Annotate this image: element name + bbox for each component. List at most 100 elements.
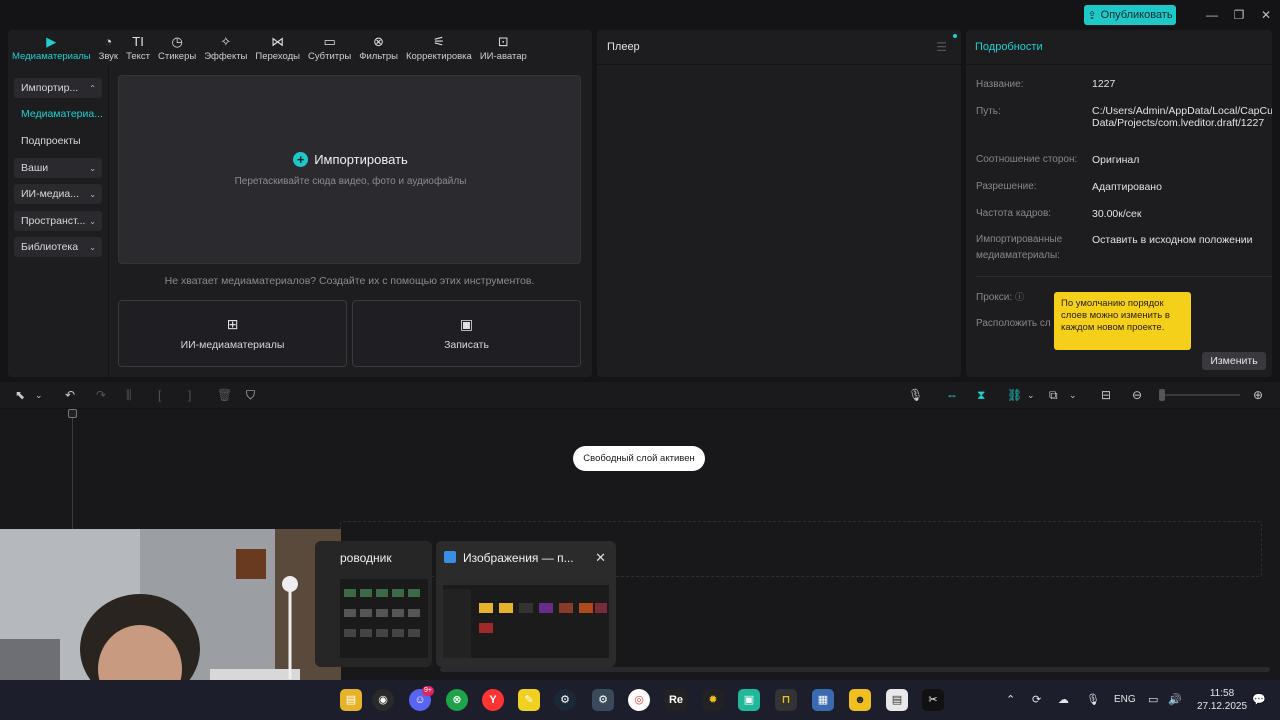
ai-media-card[interactable]: ⊞ ИИ-медиаматериалы	[118, 300, 347, 367]
capcut-media-icon[interactable]: ▣	[738, 689, 760, 711]
chevron-down-icon: ⌄	[89, 189, 96, 199]
tab-audio[interactable]: ◔ Звук	[95, 30, 122, 66]
photos-app-icon	[444, 551, 456, 563]
zoom-in-icon[interactable]: ⊕	[1253, 387, 1263, 403]
preview-thumbnail	[443, 579, 609, 658]
select-tool-icon[interactable]: ⬉	[15, 387, 25, 403]
language-indicator[interactable]: ENG	[1114, 692, 1136, 708]
import-drop-zone[interactable]: + Импортировать Перетаскивайте сюда виде…	[118, 75, 581, 264]
file-explorer-icon[interactable]: ▤	[340, 689, 362, 711]
divider	[108, 66, 109, 377]
minimize-icon[interactable]: —	[1203, 6, 1221, 24]
capcut-icon[interactable]: ✂	[922, 689, 944, 711]
tab-media[interactable]: ▶ Медиаматериалы	[8, 30, 95, 66]
preview-images[interactable]: Изображения — п... ✕	[436, 541, 616, 667]
fit-icon[interactable]: ⊟	[1101, 387, 1111, 403]
shield-icon[interactable]: ⛉	[246, 387, 255, 403]
split-icon[interactable]: ⫼	[126, 387, 132, 403]
tab-transitions[interactable]: ⋈ Переходы	[251, 30, 304, 66]
tab-stickers[interactable]: ◷ Стикеры	[154, 30, 200, 66]
tab-adjust[interactable]: ⚟ Корректировка	[402, 30, 476, 66]
delete-icon[interactable]: 🗑	[217, 387, 232, 403]
yandex-browser-icon[interactable]: Y	[482, 689, 504, 711]
chevron-down-icon: ⌄	[89, 216, 96, 226]
preview-axis-icon[interactable]: ⧉	[1049, 387, 1058, 403]
game-controller-icon[interactable]: ☻	[849, 689, 871, 711]
network-icon[interactable]: ▭	[1148, 692, 1158, 708]
toolbar-tabs: ▶ Медиаматериалы ◔ Звук TI Текст ◷ Стикеры ✧…	[8, 30, 592, 66]
xbox-icon[interactable]: ⊗	[446, 689, 468, 711]
adjust-icon: ⚟	[433, 33, 445, 49]
playhead[interactable]	[72, 409, 73, 529]
media-panel: ▶ Медиаматериалы ◔ Звук TI Текст ◷ Стикеры ✧…	[8, 30, 592, 377]
nav-subprojects[interactable]: Подпроекты	[14, 131, 102, 151]
tab-text[interactable]: TI Текст	[122, 30, 154, 66]
nav-yours[interactable]: Ваши ⌄	[14, 158, 102, 178]
detail-value-aspect: Оригинал	[1092, 154, 1140, 166]
player-title: Плеер	[607, 41, 640, 53]
obs-icon[interactable]: ◉	[372, 689, 394, 711]
zoom-slider[interactable]	[1160, 394, 1240, 396]
sticky-notes-icon[interactable]: ✎	[518, 689, 540, 711]
volume-icon[interactable]: 🔊	[1168, 692, 1182, 708]
steam-icon[interactable]: ⚙	[554, 689, 576, 711]
sync-icon[interactable]: ⟳	[1032, 692, 1041, 708]
nav-ai-media[interactable]: ИИ-медиа... ⌄	[14, 184, 102, 204]
nav-import[interactable]: Импортир... ⌃	[14, 78, 102, 98]
zoom-slider-handle[interactable]	[1159, 389, 1165, 401]
calculator-icon[interactable]: ▦	[812, 689, 834, 711]
publish-label: Опубликовать	[1100, 9, 1173, 21]
help-icon[interactable]: ⓘ	[1015, 292, 1024, 302]
audio-icon: ◔	[104, 33, 113, 49]
detail-label-name: Название:	[976, 79, 1024, 90]
chevron-down-icon[interactable]: ⌄	[35, 387, 43, 403]
notification-icon[interactable]: 💬	[1252, 692, 1266, 708]
microphone-icon[interactable]: 🎙	[908, 387, 923, 403]
chevron-up-icon[interactable]: ⌃	[1006, 692, 1015, 708]
details-title: Подробности	[975, 41, 1043, 53]
timeline-scrollbar[interactable]	[440, 667, 1270, 672]
tab-effects[interactable]: ✧ Эффекты	[200, 30, 251, 66]
clock-date: 27.12.2025	[1196, 701, 1248, 712]
chevron-down-icon[interactable]: ⌄	[1027, 387, 1035, 403]
reaper-icon[interactable]: Re	[665, 689, 687, 711]
cloud-icon[interactable]: ☁	[1058, 692, 1069, 708]
nav-media[interactable]: Медиаматериа...	[14, 104, 103, 124]
zoom-out-icon[interactable]: ⊖	[1132, 387, 1142, 403]
ai-media-icon: ⊞	[226, 316, 239, 332]
record-card[interactable]: ▣ Записать	[352, 300, 581, 367]
trim-right-icon[interactable]: ]	[188, 387, 191, 403]
microphone-icon[interactable]: 🎙	[1086, 692, 1100, 708]
status-dot	[953, 34, 957, 38]
tab-subtitles[interactable]: ▭ Субтитры	[304, 30, 355, 66]
auto-snap-icon[interactable]: ⧗	[977, 387, 985, 403]
menu-icon[interactable]: ☰	[936, 40, 947, 54]
title-bar: ⇪ Опубликовать — ❐ ✕	[0, 0, 1280, 30]
close-icon[interactable]: ✕	[1257, 6, 1275, 24]
trim-left-icon[interactable]: [	[158, 387, 161, 403]
nav-library[interactable]: Библиотека ⌄	[14, 237, 102, 257]
settings-icon[interactable]: ⚙	[592, 689, 614, 711]
chevron-down-icon[interactable]: ⌄	[1069, 387, 1077, 403]
system-clock[interactable]: 11:58 27.12.2025	[1196, 687, 1248, 713]
redo-icon[interactable]: ↷	[96, 387, 106, 403]
tab-filters[interactable]: ⊗ Фильтры	[355, 30, 402, 66]
sunburst-app-icon[interactable]: ✹	[702, 689, 724, 711]
playhead-handle[interactable]	[68, 409, 77, 418]
close-icon[interactable]: ✕	[595, 550, 606, 566]
undo-icon[interactable]: ↶	[65, 387, 75, 403]
lock-app-icon[interactable]: ⊓	[775, 689, 797, 711]
nav-spaces[interactable]: Пространст... ⌄	[14, 211, 102, 231]
notification-badge: 9+	[422, 686, 434, 696]
preview-explorer[interactable]: роводник	[315, 541, 432, 667]
import-button[interactable]: + Импортировать	[119, 152, 582, 167]
tab-ai-avatar[interactable]: ⊡ ИИ-аватар	[476, 30, 531, 66]
restore-icon[interactable]: ❐	[1230, 6, 1248, 24]
change-button[interactable]: Изменить	[1202, 352, 1266, 370]
clipboard-icon[interactable]: ▤	[886, 689, 908, 711]
avatar-icon: ⊡	[497, 33, 509, 49]
main-track-magnet-icon[interactable]: ⇔	[946, 387, 958, 403]
chrome-icon[interactable]: ◎	[628, 689, 650, 711]
publish-button[interactable]: ⇪ Опубликовать	[1084, 5, 1176, 25]
link-icon[interactable]: ⛓	[1007, 387, 1022, 403]
